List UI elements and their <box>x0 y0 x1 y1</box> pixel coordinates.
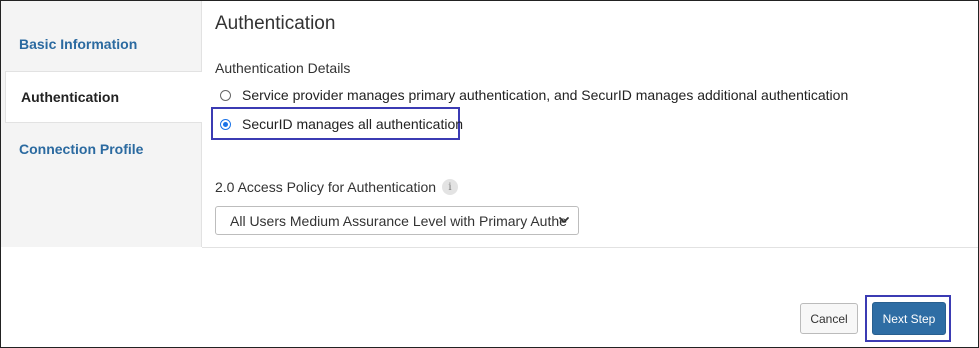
sidebar-item-label: Basic Information <box>19 36 138 52</box>
option-securid-all[interactable]: SecurID manages all authentication <box>220 116 463 132</box>
option-service-provider[interactable]: Service provider manages primary authent… <box>220 87 848 103</box>
main-panel: Authentication Authentication Details Se… <box>202 1 978 248</box>
chevron-down-icon <box>559 217 569 223</box>
sidebar-item-connection-profile[interactable]: Connection Profile <box>1 123 201 175</box>
sidebar-item-label: Authentication <box>21 89 119 105</box>
sidebar-item-authentication[interactable]: Authentication <box>5 71 202 123</box>
radio-button[interactable] <box>220 89 231 101</box>
sidebar-item-label: Connection Profile <box>19 141 144 157</box>
cancel-button[interactable]: Cancel <box>800 303 858 334</box>
option-label: Service provider manages primary authent… <box>242 87 849 103</box>
radio-button-selected[interactable] <box>220 118 231 130</box>
authentication-details-label: Authentication Details <box>215 60 351 76</box>
wizard-frame: Basic Information Authentication Connect… <box>0 0 979 348</box>
next-step-button[interactable]: Next Step <box>872 302 946 335</box>
option-label: SecurID manages all authentication <box>242 116 464 132</box>
access-policy-label: 2.0 Access Policy for Authentication i <box>215 179 459 195</box>
info-icon[interactable]: i <box>442 179 459 195</box>
access-policy-select[interactable]: All Users Medium Assurance Level with Pr… <box>215 206 579 235</box>
wizard-sidebar: Basic Information Authentication Connect… <box>1 1 202 247</box>
page-title: Authentication <box>215 13 336 34</box>
sidebar-item-basic-information[interactable]: Basic Information <box>1 18 201 70</box>
access-policy-selected-value: All Users Medium Assurance Level with Pr… <box>230 212 567 229</box>
access-policy-label-text: 2.0 Access Policy for Authentication <box>215 179 437 195</box>
